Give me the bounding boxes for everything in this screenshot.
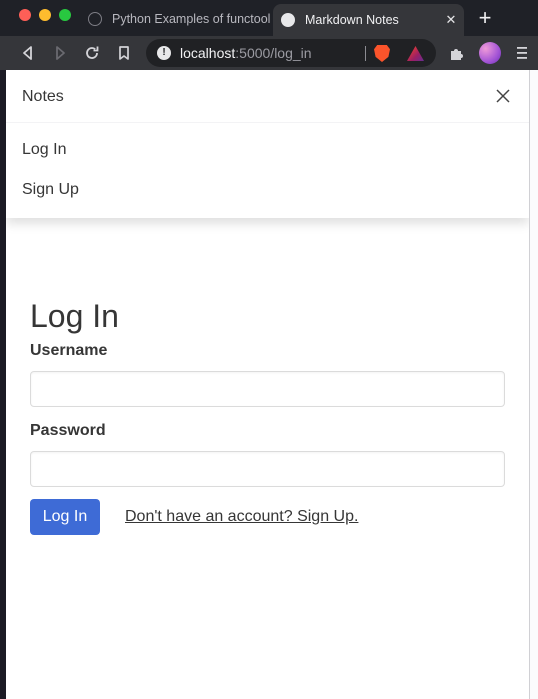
tab-title: Python Examples of functools [112,12,270,26]
navbar-divider [6,122,529,123]
close-window-button[interactable] [19,9,31,21]
site-info-icon[interactable]: ! [157,46,171,60]
tab-markdown-notes[interactable]: Markdown Notes ✕ [273,4,464,36]
nav-link-log-in[interactable]: Log In [22,141,66,159]
username-field[interactable] [30,371,505,407]
page-margin [530,70,538,699]
bookmark-icon[interactable] [114,43,134,63]
close-menu-icon[interactable] [495,88,511,104]
new-tab-button[interactable]: + [474,6,496,30]
zoom-window-button[interactable] [59,9,71,21]
globe-icon [88,12,102,26]
browser-toolbar: ! localhost:5000/log_in [0,36,538,70]
address-divider [365,46,366,61]
address-path: :5000/log_in [235,45,312,61]
sign-up-link[interactable]: Don't have an account? Sign Up. [125,508,358,526]
page-title: Log In [30,298,119,334]
globe-icon [281,13,295,27]
navbar: Notes Log In Sign Up [6,70,529,218]
tab-title: Markdown Notes [305,13,399,27]
address-bar[interactable]: ! localhost:5000/log_in [146,39,436,67]
navbar-brand[interactable]: Notes [22,88,64,106]
back-icon[interactable] [18,43,38,63]
menu-icon[interactable] [512,43,532,63]
brave-shields-icon[interactable] [374,45,390,62]
profile-avatar[interactable] [479,42,501,64]
tab-python-examples[interactable]: Python Examples of functools [82,4,270,34]
forward-icon[interactable] [50,43,70,63]
page-viewport: Notes Log In Sign Up Log In Username Pas… [6,70,529,699]
reload-icon[interactable] [82,43,102,63]
browser-tab-bar: Python Examples of functools Markdown No… [0,0,538,36]
log-in-button[interactable]: Log In [30,499,100,535]
password-label: Password [30,422,106,439]
address-host: localhost [180,45,236,61]
nav-link-sign-up[interactable]: Sign Up [22,181,79,199]
username-label: Username [30,342,108,359]
brave-rewards-icon[interactable] [407,46,424,61]
minimize-window-button[interactable] [39,9,51,21]
extensions-icon[interactable] [447,43,467,63]
password-field[interactable] [30,451,505,487]
tab-close-icon[interactable]: ✕ [442,12,460,28]
